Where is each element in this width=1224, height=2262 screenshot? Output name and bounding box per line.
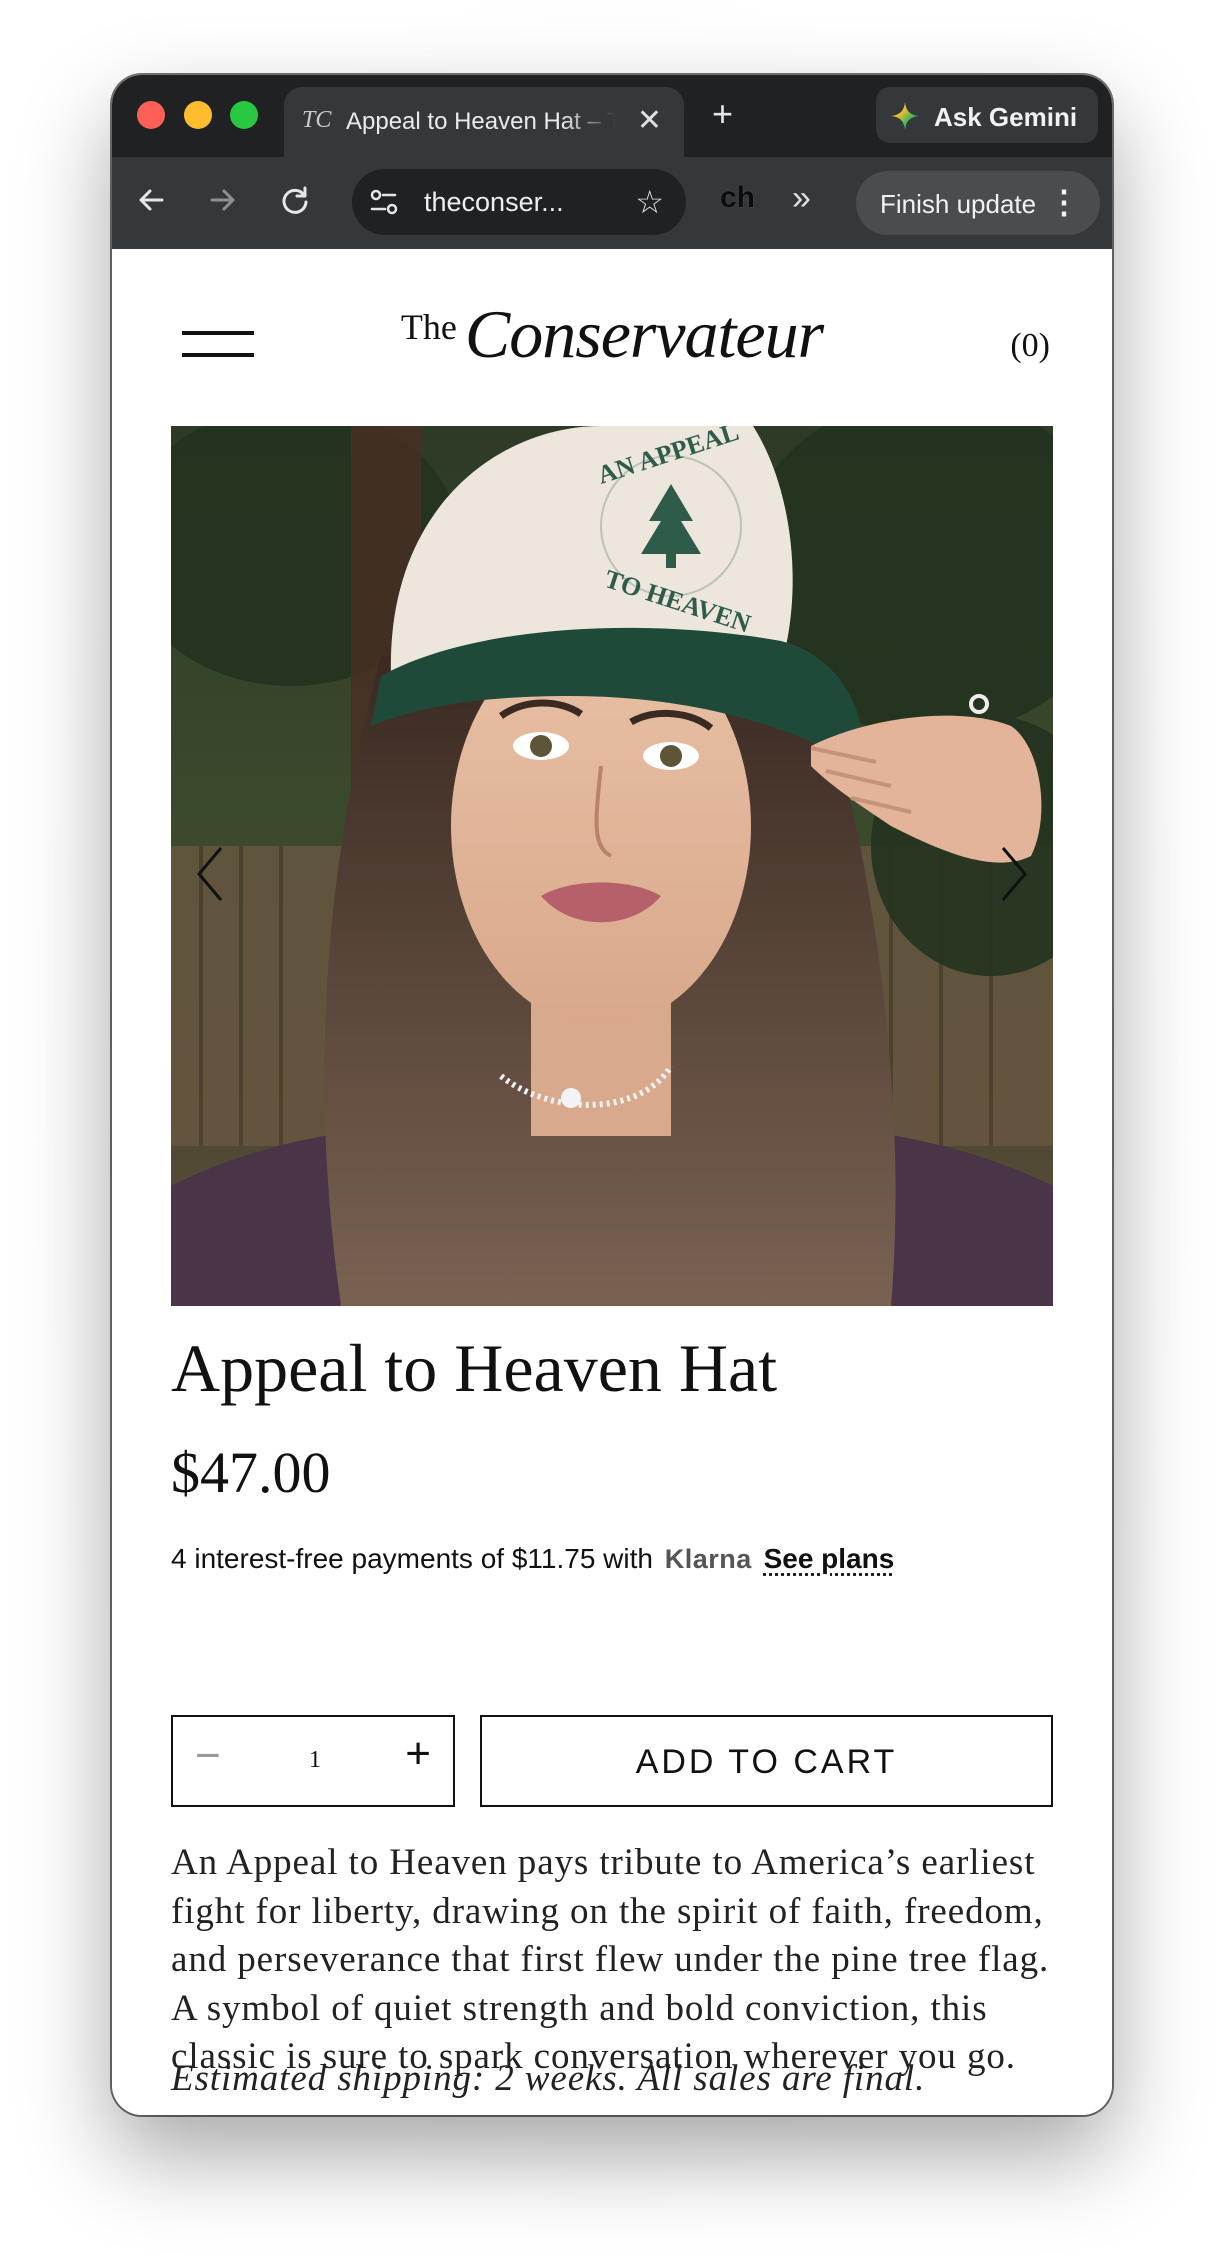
address-bar[interactable]: theconser... ☆	[352, 169, 686, 235]
url-text: theconser...	[424, 187, 564, 217]
ask-gemini-label: Ask Gemini	[934, 102, 1078, 132]
browser-window: TC Appeal to Heaven Hat – The Conservate…	[112, 75, 1112, 2115]
extension-label: ch	[720, 181, 756, 214]
back-arrow-icon[interactable]	[136, 185, 166, 224]
product-description: An Appeal to Heaven pays tribute to Amer…	[171, 1842, 1050, 2077]
logo-the: The	[400, 307, 457, 347]
tab-title: Appeal to Heaven Hat – The Conservateur	[346, 108, 616, 135]
next-image-arrow-icon[interactable]	[999, 844, 1029, 904]
klarna-logo: Klarna	[664, 1544, 752, 1574]
bookmark-star-icon[interactable]: ☆	[635, 183, 664, 221]
klarna-installments: 4 interest-free payments of $11.75 with …	[171, 1543, 894, 1575]
finish-update-label: Finish update	[880, 189, 1037, 219]
product-image: AN APPEAL TO HEAVEN	[171, 426, 1053, 1306]
extensions-overflow-icon[interactable]: »	[792, 179, 811, 218]
cart-count-button[interactable]: (0)	[1010, 327, 1050, 365]
maximize-window-button[interactable]	[230, 101, 258, 129]
site-logo[interactable]: The Conservateur	[112, 295, 1112, 374]
gemini-sparkle-icon	[891, 102, 919, 130]
see-plans-link[interactable]: See plans	[764, 1543, 895, 1574]
active-tab[interactable]: TC Appeal to Heaven Hat – The Conservate…	[284, 87, 684, 157]
kebab-menu-icon[interactable]: ⋮	[1048, 183, 1080, 221]
previous-image-arrow-icon[interactable]	[195, 844, 225, 904]
add-to-cart-label: ADD TO CART	[635, 1743, 898, 1781]
new-tab-button[interactable]: +	[712, 93, 733, 135]
product-title: Appeal to Heaven Hat	[171, 1330, 778, 1406]
ask-gemini-button[interactable]: Ask Gemini	[876, 87, 1098, 143]
close-window-button[interactable]	[137, 101, 165, 129]
forward-arrow-icon[interactable]	[208, 185, 238, 224]
finish-update-button[interactable]: Finish update ⋮	[856, 171, 1100, 235]
product-photo: AN APPEAL TO HEAVEN	[171, 426, 1053, 1306]
extension-ch-button[interactable]: ch	[720, 181, 756, 215]
reload-icon[interactable]	[280, 185, 310, 224]
browser-toolbar: theconser... ☆ ch » Finish update ⋮	[112, 157, 1112, 249]
logo-name: Conservateur	[464, 296, 824, 372]
tab-close-icon[interactable]: ✕	[637, 103, 662, 138]
site-favicon-icon: TC	[302, 107, 332, 133]
installments-text: 4 interest-free payments of $11.75 with	[171, 1543, 653, 1574]
quantity-stepper: − 1 +	[171, 1715, 455, 1807]
minimize-window-button[interactable]	[184, 101, 212, 129]
product-page: The Conservateur (0) AN APPEAL TO HEAVEN…	[112, 249, 1112, 2115]
site-settings-icon[interactable]	[368, 187, 400, 217]
add-to-cart-button[interactable]: ADD TO CART	[480, 1715, 1053, 1807]
shipping-note: Estimated shipping: 2 weeks. All sales a…	[171, 2058, 926, 2099]
increase-quantity-button[interactable]: +	[405, 1729, 431, 1779]
product-price: $47.00	[171, 1440, 331, 1505]
tab-strip: TC Appeal to Heaven Hat – The Conservate…	[112, 75, 1112, 157]
